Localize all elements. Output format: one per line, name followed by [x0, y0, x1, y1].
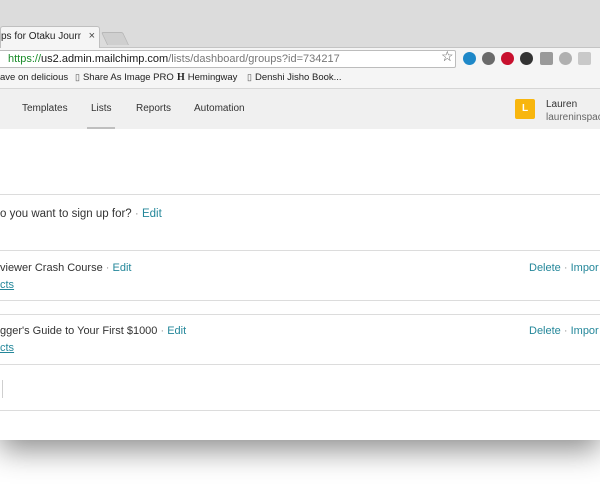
- avatar[interactable]: L: [515, 99, 535, 119]
- user-email: laureninspac: [546, 112, 600, 123]
- new-tab-button[interactable]: [100, 32, 130, 45]
- bookmark-label: Share As Image PRO: [82, 72, 174, 83]
- extension-grey-icon[interactable]: [540, 52, 553, 65]
- url-host: us2.admin.mailchimp.com: [41, 53, 169, 65]
- bookmark-label: Denshi Jisho Book...: [254, 72, 342, 83]
- group-name: viewer Crash Course: [0, 262, 103, 274]
- bookmark-share-as-image[interactable]: ▯ Share As Image PRO: [75, 72, 174, 83]
- group-actions: Delete · Impor: [529, 325, 599, 337]
- divider: [0, 364, 600, 365]
- tab-title: ps for Otaku Journalis: [1, 31, 81, 42]
- browser-toolbar: https://us2.admin.mailchimp.com/lists/da…: [0, 48, 600, 70]
- group-contacts-link[interactable]: cts: [0, 279, 14, 291]
- page-icon: ▯: [75, 72, 80, 82]
- separator: ·: [563, 262, 568, 274]
- bookmark-denshi-jisho[interactable]: ▯ Denshi Jisho Book...: [247, 72, 342, 83]
- group-name: gger's Guide to Your First $1000: [0, 325, 158, 337]
- divider: [0, 250, 600, 251]
- extension-dark-icon[interactable]: [520, 52, 533, 65]
- add-group-button-edge[interactable]: [0, 380, 3, 398]
- separator: ·: [160, 325, 165, 337]
- edit-group-link[interactable]: Edit: [113, 262, 132, 274]
- separator: ·: [563, 325, 568, 337]
- nav-automation[interactable]: Automation: [194, 103, 245, 114]
- app-navigation: Templates Lists Reports Automation: [0, 89, 600, 129]
- group-category-question: o you want to sign up for?: [0, 208, 132, 220]
- separator: ·: [134, 208, 139, 220]
- url-scheme: https://: [8, 53, 42, 65]
- edit-category-link[interactable]: Edit: [142, 208, 162, 220]
- bookmark-delicious[interactable]: ave on delicious: [0, 72, 68, 83]
- hemingway-icon: H: [177, 72, 185, 83]
- page-icon: ▯: [247, 72, 252, 82]
- divider: [0, 300, 600, 301]
- group-row: viewer Crash Course · Edit: [0, 262, 131, 274]
- group-row: gger's Guide to Your First $1000 · Edit: [0, 325, 186, 337]
- bookmark-hemingway[interactable]: H Hemingway: [177, 72, 237, 83]
- divider: [0, 194, 600, 195]
- extension-cloud-icon[interactable]: [559, 52, 572, 65]
- divider: [0, 314, 600, 315]
- browser-tab[interactable]: ps for Otaku Journalis ×: [0, 26, 100, 48]
- tab-strip: ps for Otaku Journalis ×: [0, 0, 600, 48]
- extension-blue-icon[interactable]: [463, 52, 476, 65]
- bookmarks-bar: ave on delicious ▯ Share As Image PRO H He…: [0, 70, 600, 89]
- active-nav-indicator: [87, 127, 115, 129]
- delete-group-link[interactable]: Delete: [529, 325, 561, 337]
- group-category-title: o you want to sign up for? · Edit: [0, 208, 162, 220]
- extension-bug-icon[interactable]: [482, 52, 495, 65]
- address-bar[interactable]: https://us2.admin.mailchimp.com/lists/da…: [0, 50, 456, 68]
- extension-light-icon[interactable]: [578, 52, 591, 65]
- browser-window: ps for Otaku Journalis × https://us2.adm…: [0, 0, 600, 440]
- bookmark-star-icon[interactable]: ☆: [441, 48, 454, 65]
- nav-reports[interactable]: Reports: [136, 103, 171, 114]
- divider: [0, 410, 600, 411]
- import-group-link[interactable]: Impor: [571, 262, 599, 274]
- group-actions: Delete · Impor: [529, 262, 599, 274]
- bookmark-label: Hemingway: [187, 72, 238, 83]
- bookmark-label: ave on delicious: [0, 72, 69, 83]
- tab-close-icon[interactable]: ×: [89, 30, 95, 42]
- import-group-link[interactable]: Impor: [571, 325, 599, 337]
- url-path: /lists/dashboard/groups?id=734217: [168, 53, 340, 65]
- user-name[interactable]: Lauren: [546, 99, 577, 110]
- nav-templates[interactable]: Templates: [22, 103, 68, 114]
- pinterest-icon[interactable]: [501, 52, 514, 65]
- delete-group-link[interactable]: Delete: [529, 262, 561, 274]
- edit-group-link[interactable]: Edit: [167, 325, 186, 337]
- group-contacts-link[interactable]: cts: [0, 342, 14, 354]
- nav-lists[interactable]: Lists: [91, 103, 112, 114]
- separator: ·: [105, 262, 110, 274]
